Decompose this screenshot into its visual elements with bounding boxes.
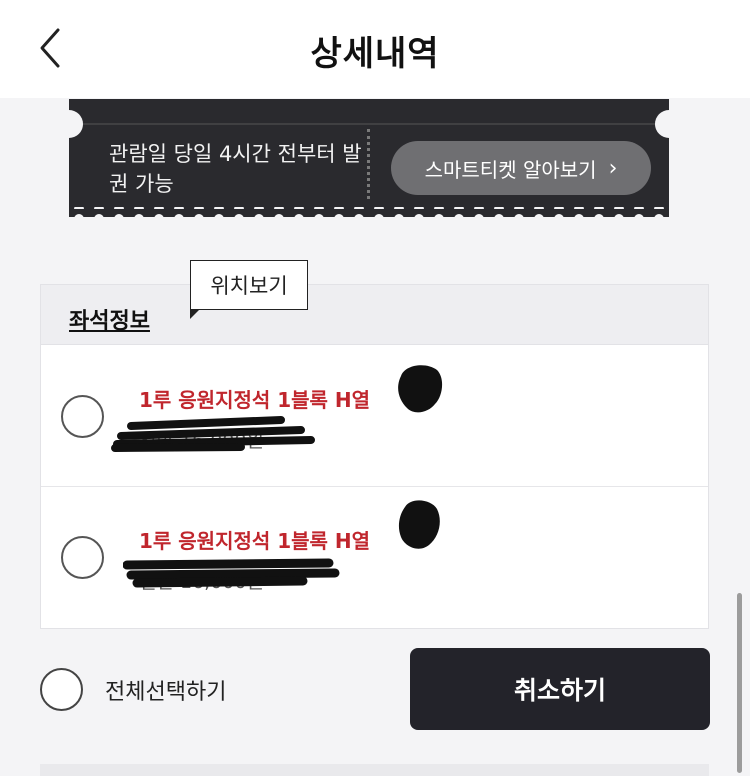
seat-radio[interactable] bbox=[61, 395, 104, 438]
redaction-blob bbox=[398, 500, 440, 549]
ticket-divider bbox=[367, 129, 370, 199]
seat-row[interactable]: 1루 응원지정석 1블록 H열 일반 16,000원 bbox=[41, 346, 708, 487]
scrollbar[interactable] bbox=[737, 593, 742, 773]
smart-ticket-button[interactable]: 스마트티켓 알아보기 › bbox=[391, 141, 651, 195]
location-tooltip[interactable]: 위치보기 bbox=[190, 260, 308, 319]
redaction-blob bbox=[398, 365, 443, 413]
cancel-button[interactable]: 취소하기 bbox=[410, 648, 710, 730]
seat-name: 1루 응원지정석 1블록 H열 bbox=[139, 388, 371, 412]
ticket-card: 관람일 당일 4시간 전부터 발권 가능 스마트티켓 알아보기 › bbox=[69, 99, 669, 217]
redaction-scribble bbox=[123, 558, 340, 588]
seat-info-card: 좌석정보 1루 응원지정석 1블록 H열 일반 16,000원 1루 응원지정석… bbox=[40, 284, 709, 629]
header-bar: 상세내역 bbox=[0, 0, 750, 98]
select-all-label: 전체선택하기 bbox=[105, 679, 227, 705]
seat-radio[interactable] bbox=[61, 536, 104, 579]
redaction-scribble bbox=[111, 416, 315, 452]
seat-info-title[interactable]: 좌석정보 bbox=[69, 303, 150, 335]
smart-ticket-label: 스마트티켓 알아보기 bbox=[424, 157, 597, 182]
page-title: 상세내역 bbox=[310, 34, 440, 74]
seat-info-header: 좌석정보 bbox=[41, 285, 708, 345]
next-section-card bbox=[40, 764, 709, 776]
seat-name: 1루 응원지정석 1블록 H열 bbox=[139, 529, 371, 553]
seat-row[interactable]: 1루 응원지정석 1블록 H열 일반 16,000원 bbox=[41, 487, 708, 628]
chevron-right-icon: › bbox=[608, 155, 618, 181]
issue-notice: 관람일 당일 4시간 전부터 발권 가능 bbox=[109, 142, 362, 196]
select-all-radio[interactable] bbox=[40, 668, 83, 711]
select-all[interactable]: 전체선택하기 bbox=[40, 668, 226, 711]
